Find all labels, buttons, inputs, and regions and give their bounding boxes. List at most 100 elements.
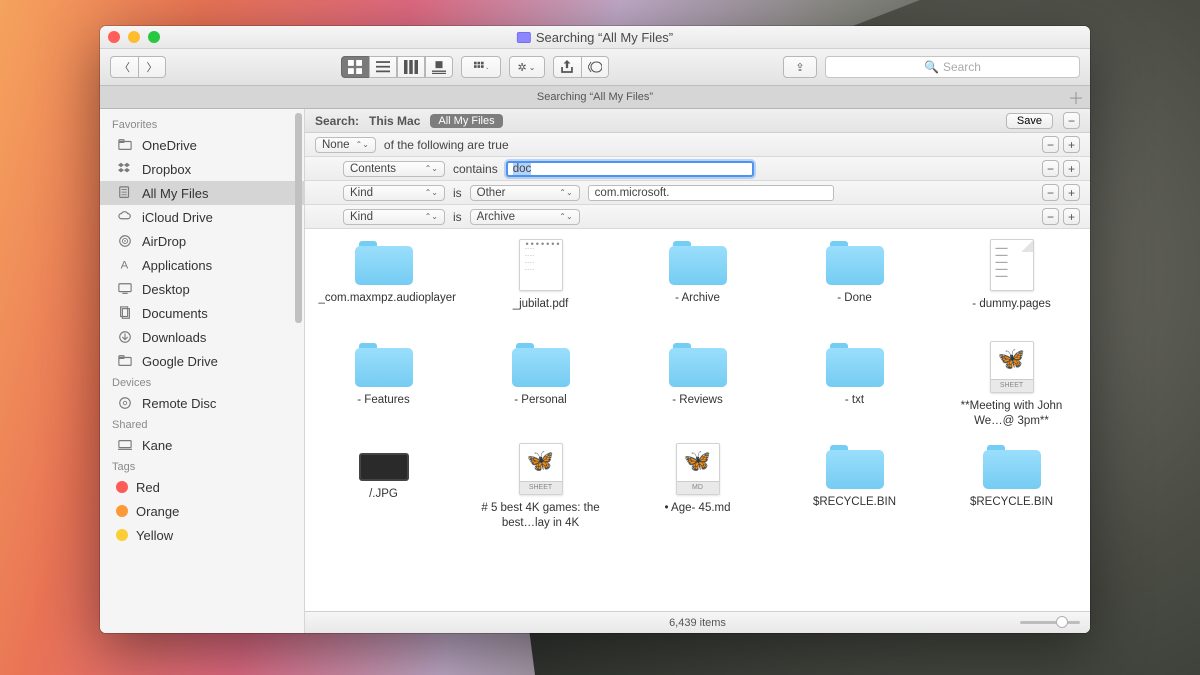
dropbox-toolbar-button[interactable]: ⇪ — [783, 56, 817, 78]
file-item[interactable]: _com.maxmpz.audioplayer — [305, 239, 462, 327]
smart-folder-icon — [517, 32, 531, 43]
arrange-button[interactable]: ⌄ — [461, 56, 501, 78]
remove-criteria-button[interactable]: − — [1042, 208, 1059, 225]
sidebar-tag[interactable]: Red — [100, 475, 304, 499]
remove-criteria-button[interactable]: − — [1042, 136, 1059, 153]
file-name: _com.maxmpz.audioplayer — [319, 291, 449, 321]
file-item[interactable]: $RECYCLE.BIN — [933, 443, 1090, 531]
add-criteria-button[interactable]: + — [1063, 208, 1080, 225]
documents-icon — [116, 306, 134, 320]
sidebar-item[interactable]: Remote Disc — [100, 391, 304, 415]
file-item[interactable]: - Personal — [462, 341, 619, 429]
airdrop-icon — [116, 234, 134, 248]
sidebar-item-label: Google Drive — [142, 354, 218, 369]
sidebar-item[interactable]: Documents — [100, 301, 304, 325]
coverflow-icon — [432, 60, 446, 74]
save-search-button[interactable]: Save — [1006, 113, 1053, 129]
sidebar-item[interactable]: AirDrop — [100, 229, 304, 253]
criteria-attribute-select[interactable]: Kind⌃⌄ — [343, 209, 445, 225]
add-criteria-button[interactable]: + — [1063, 136, 1080, 153]
action-button[interactable]: ✲⌄ — [509, 56, 545, 78]
remove-criteria-button[interactable]: − — [1042, 160, 1059, 177]
criteria-row: None⌃⌄of the following are true−+ — [305, 133, 1090, 157]
file-item[interactable]: - Archive — [619, 239, 776, 327]
criteria-value-input[interactable]: com.microsoft. — [588, 185, 834, 201]
icon-size-slider[interactable] — [1020, 621, 1080, 624]
apps-icon: A — [116, 258, 134, 272]
view-list-button[interactable] — [369, 56, 397, 78]
sidebar-item[interactable]: All My Files — [100, 181, 304, 205]
folder-icon — [983, 443, 1041, 489]
criteria-value-select[interactable]: Archive⌃⌄ — [470, 209, 580, 225]
sidebar-item[interactable]: OneDrive — [100, 133, 304, 157]
downloads-icon — [116, 330, 134, 344]
sidebar-item[interactable]: Kane — [100, 433, 304, 457]
file-item[interactable]: - txt — [776, 341, 933, 429]
file-item[interactable]: $RECYCLE.BIN — [776, 443, 933, 531]
file-item[interactable]: - Features — [305, 341, 462, 429]
add-criteria-button[interactable]: + — [1063, 160, 1080, 177]
file-item[interactable]: ━━━━━━━━━━━━━━━━━━━━- dummy.pages — [933, 239, 1090, 327]
view-icon-button[interactable] — [341, 56, 369, 78]
folder-icon — [826, 239, 884, 285]
criteria-attribute-select[interactable]: None⌃⌄ — [315, 137, 376, 153]
search-label: Search: — [315, 114, 359, 128]
criteria-attribute-select[interactable]: Kind⌃⌄ — [343, 185, 445, 201]
file-name: - dummy.pages — [972, 297, 1050, 327]
criteria-operator: is — [453, 186, 462, 200]
sidebar-item[interactable]: iCloud Drive — [100, 205, 304, 229]
tab-bar: Searching “All My Files” ＋ — [100, 86, 1090, 109]
file-item[interactable]: ························_jubilat.pdf — [462, 239, 619, 327]
criteria-attribute-select[interactable]: Contents⌃⌄ — [343, 161, 445, 177]
sidebar-tag[interactable]: Orange — [100, 499, 304, 523]
add-criteria-button[interactable]: + — [1063, 184, 1080, 201]
remove-criteria-button[interactable]: − — [1042, 184, 1059, 201]
criteria-value-input[interactable]: doc — [506, 161, 754, 177]
svg-text:⌄: ⌄ — [485, 65, 488, 71]
search-field[interactable]: 🔍 Search — [825, 56, 1080, 78]
sidebar-item[interactable]: Downloads — [100, 325, 304, 349]
sidebar-item-label: Documents — [142, 306, 208, 321]
file-item[interactable]: 🦋MD• Age- 45.md — [619, 443, 776, 531]
nav-forward-button[interactable]: 〉 — [138, 56, 166, 78]
close-window-button[interactable] — [108, 31, 120, 43]
minimize-window-button[interactable] — [128, 31, 140, 43]
arrange-icon: ⌄ — [474, 60, 488, 74]
sidebar-item-label: All My Files — [142, 186, 208, 201]
svg-text:A: A — [121, 260, 129, 272]
file-name: - Personal — [514, 393, 566, 423]
nav-back-button[interactable]: 〈 — [110, 56, 138, 78]
scope-all-my-files[interactable]: All My Files — [430, 114, 502, 128]
sidebar-scrollbar[interactable] — [295, 113, 302, 323]
criteria-value-select[interactable]: Other⌃⌄ — [470, 185, 580, 201]
scope-this-mac[interactable]: This Mac — [369, 114, 420, 128]
sidebar-item[interactable]: Google Drive — [100, 349, 304, 373]
folder-icon — [512, 341, 570, 387]
tags-button[interactable] — [581, 56, 609, 78]
folder-icon — [355, 239, 413, 285]
zoom-window-button[interactable] — [148, 31, 160, 43]
view-column-button[interactable] — [397, 56, 425, 78]
tag-dot-icon — [116, 481, 128, 493]
sidebar-group-shared: Shared — [100, 415, 304, 433]
share-button[interactable] — [553, 56, 581, 78]
file-item[interactable]: /.JPG — [305, 443, 462, 531]
sidebar-tag[interactable]: Yellow — [100, 523, 304, 547]
file-item[interactable]: - Done — [776, 239, 933, 327]
gear-icon: ✲ — [518, 61, 527, 74]
sidebar-item-label: Dropbox — [142, 162, 191, 177]
sidebar-item-label: Applications — [142, 258, 212, 273]
remove-search-button[interactable]: − — [1063, 112, 1080, 129]
file-item[interactable]: 🦋SHEET# 5 best 4K games: the best…lay in… — [462, 443, 619, 531]
file-name: $RECYCLE.BIN — [970, 495, 1053, 525]
sidebar-item[interactable]: Desktop — [100, 277, 304, 301]
folder-icon — [116, 354, 134, 368]
file-item[interactable]: - Reviews — [619, 341, 776, 429]
file-item[interactable]: 🦋SHEET**Meeting with John We…@ 3pm** — [933, 341, 1090, 429]
sidebar-item[interactable]: A Applications — [100, 253, 304, 277]
results-area[interactable]: _com.maxmpz.audioplayer ·················… — [305, 229, 1090, 611]
new-tab-button[interactable]: ＋ — [1068, 85, 1084, 109]
view-coverflow-button[interactable] — [425, 56, 453, 78]
sidebar-item[interactable]: Dropbox — [100, 157, 304, 181]
tab-label[interactable]: Searching “All My Files” — [537, 91, 653, 103]
